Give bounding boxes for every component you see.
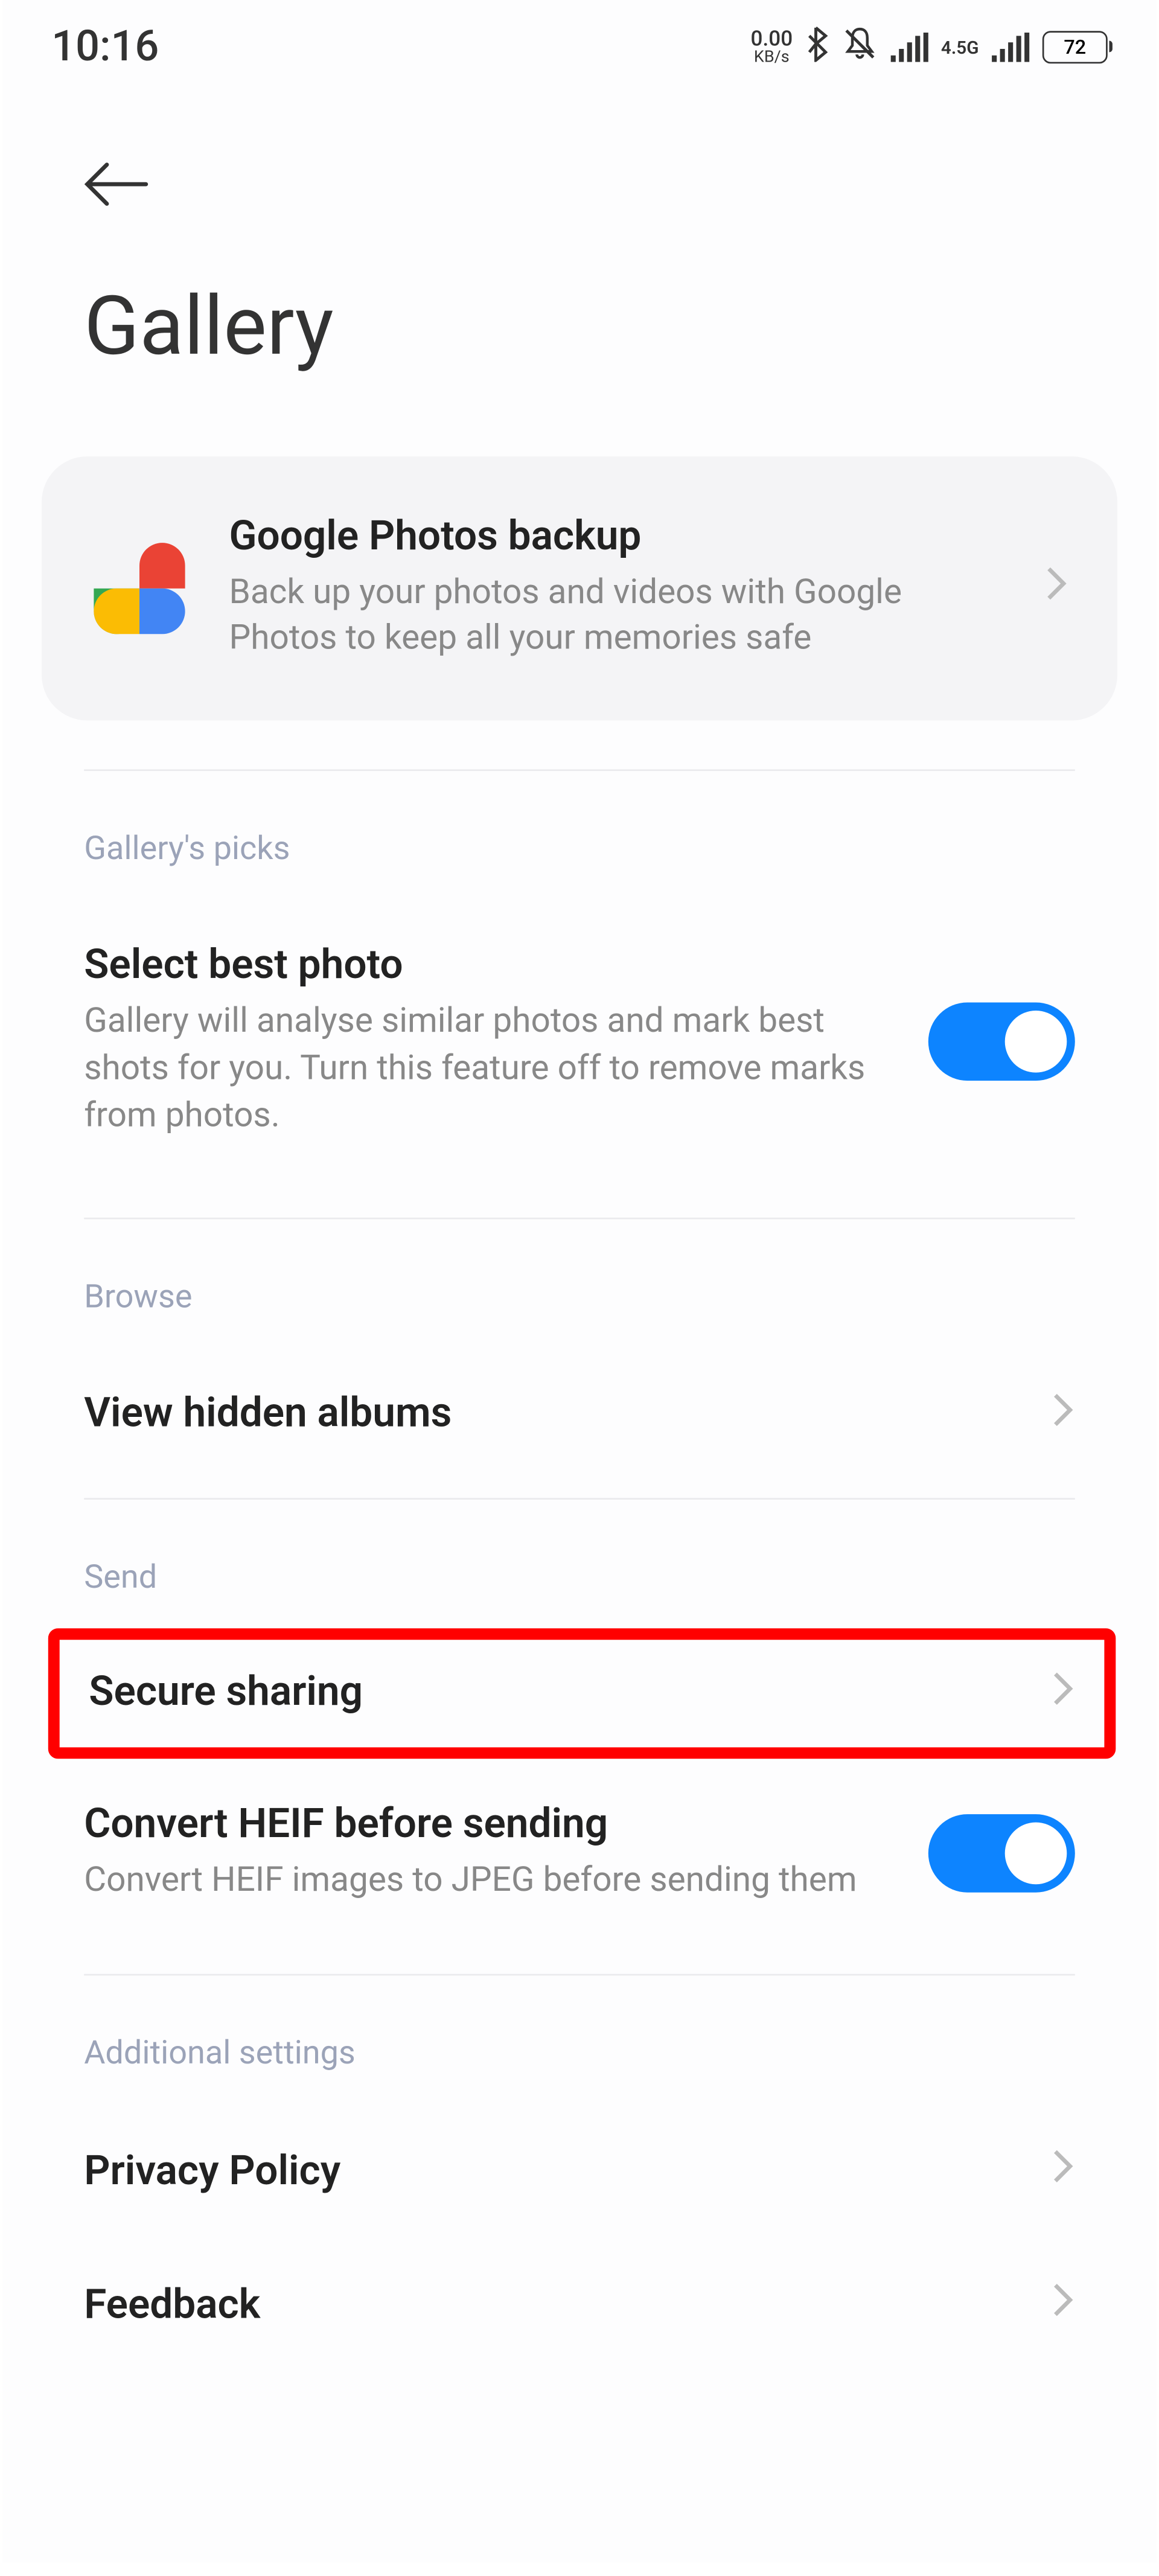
view-hidden-albums-title: View hidden albums bbox=[84, 1391, 1020, 1438]
backup-card-description: Back up your photos and videos with Goog… bbox=[229, 570, 1005, 663]
network-type: 4.5G bbox=[941, 37, 979, 58]
convert-heif-toggle[interactable] bbox=[928, 1814, 1075, 1893]
bluetooth-icon bbox=[806, 26, 829, 68]
feedback-row[interactable]: Feedback bbox=[84, 2239, 1075, 2372]
status-bar: 10:16 0.00 KB/s 4.5G bbox=[2, 0, 1157, 95]
back-button[interactable] bbox=[2, 95, 1157, 248]
convert-heif-row[interactable]: Convert HEIF before sending Convert HEIF… bbox=[84, 1759, 1075, 1948]
google-photos-icon bbox=[91, 539, 188, 637]
section-header-send: Send bbox=[84, 1500, 1075, 1628]
status-time: 10:16 bbox=[51, 23, 159, 72]
select-best-photo-toggle[interactable] bbox=[928, 1003, 1075, 1081]
chevron-right-icon bbox=[1052, 2147, 1075, 2196]
select-best-photo-row[interactable]: Select best photo Gallery will analyse s… bbox=[84, 900, 1075, 1185]
view-hidden-albums-row[interactable]: View hidden albums bbox=[84, 1348, 1075, 1481]
select-best-photo-desc: Gallery will analyse similar photos and … bbox=[84, 999, 896, 1142]
signal-icon bbox=[890, 33, 928, 62]
feedback-title: Feedback bbox=[84, 2281, 1020, 2328]
mute-icon bbox=[841, 26, 877, 68]
status-indicators: 0.00 KB/s 4.5G bbox=[751, 26, 1108, 68]
section-header-browse: Browse bbox=[84, 1219, 1075, 1347]
chevron-right-icon bbox=[1052, 1390, 1075, 1439]
convert-heif-title: Convert HEIF before sending bbox=[84, 1801, 896, 1848]
chevron-right-icon bbox=[1052, 2281, 1075, 2330]
signal-icon-2 bbox=[992, 33, 1029, 62]
privacy-policy-row[interactable]: Privacy Policy bbox=[84, 2105, 1075, 2238]
battery-indicator: 72 bbox=[1042, 31, 1108, 63]
back-arrow-icon bbox=[84, 160, 149, 209]
secure-sharing-highlight: Secure sharing bbox=[48, 1628, 1116, 1759]
secure-sharing-title: Secure sharing bbox=[89, 1670, 1020, 1717]
privacy-policy-title: Privacy Policy bbox=[84, 2148, 1020, 2195]
secure-sharing-row[interactable]: Secure sharing bbox=[89, 1669, 1075, 1718]
chevron-right-icon bbox=[1046, 565, 1068, 611]
chevron-right-icon bbox=[1052, 1669, 1075, 1718]
section-header-gallerys-picks: Gallery's picks bbox=[84, 770, 1075, 899]
section-header-additional: Additional settings bbox=[84, 1976, 1075, 2105]
convert-heif-desc: Convert HEIF images to JPEG before sendi… bbox=[84, 1858, 896, 1906]
data-speed-indicator: 0.00 KB/s bbox=[751, 28, 793, 66]
backup-card-title: Google Photos backup bbox=[229, 514, 1005, 561]
page-title: Gallery bbox=[2, 248, 1157, 456]
google-photos-backup-card[interactable]: Google Photos backup Back up your photos… bbox=[42, 456, 1117, 720]
select-best-photo-title: Select best photo bbox=[84, 942, 896, 989]
